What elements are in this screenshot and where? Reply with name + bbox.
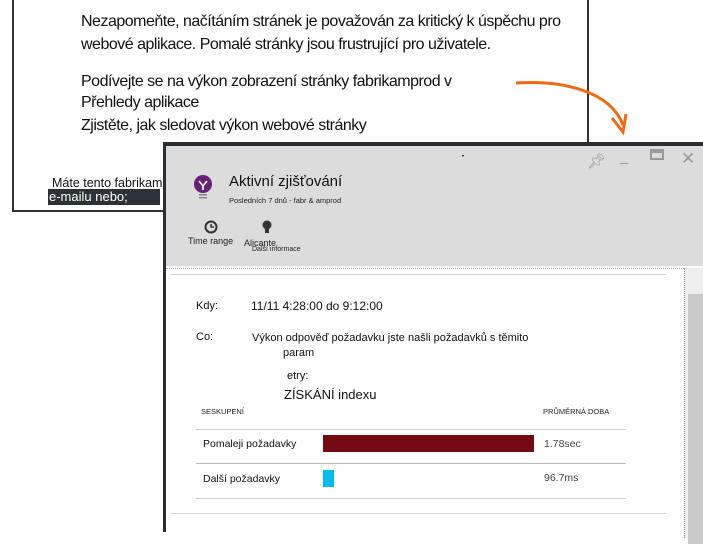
pin-icon[interactable]: 📌︎	[587, 152, 606, 170]
more-info-link[interactable]: Další informace	[252, 246, 301, 253]
lightbulb-small-icon	[262, 220, 272, 233]
time-range-button[interactable]: Time range	[188, 220, 233, 246]
maximize-icon[interactable]	[650, 149, 664, 160]
scrollbar[interactable]	[684, 268, 703, 544]
minimize-icon[interactable]: _	[620, 148, 628, 165]
row-value: 1.78sec	[544, 438, 581, 450]
panel-header: • 📌︎ _ ✕ Aktivní zjišťování Posledních 7…	[166, 146, 703, 266]
panel-title: Aktivní zjišťování	[229, 173, 343, 190]
time-range-label: Time range	[188, 236, 234, 246]
clock-icon	[204, 220, 218, 234]
when-value: 11/11 4:28:00 do 9:12:00	[251, 299, 383, 313]
bar-slow-requests	[323, 435, 534, 452]
alicante-button[interactable]: Alicante Další informace	[244, 220, 301, 253]
what-value-cont: param	[283, 347, 315, 359]
when-label: Kdy:	[196, 300, 219, 312]
row-label: Další požadavky	[203, 473, 281, 485]
what-value: Výkon odpověď požadavku jste našli požad…	[252, 332, 529, 344]
lightbulb-icon	[194, 175, 212, 199]
row-label: Pomaleji požadavky	[203, 438, 297, 450]
dot: •	[462, 154, 465, 160]
close-icon[interactable]: ✕	[681, 149, 695, 169]
scrollbar-thumb[interactable]	[688, 294, 703, 544]
bar-other-requests	[323, 470, 335, 487]
row-value: 96.7ms	[544, 472, 579, 484]
panel-subtitle: Posledních 7 dnů - fabr & amprod	[229, 196, 342, 205]
col-group-header: SESKUPENÍ	[201, 407, 244, 416]
proactive-detection-panel: • 📌︎ _ ✕ Aktivní zjišťování Posledních 7…	[163, 142, 703, 544]
index-label: ZÍSKÁNÍ indexu	[284, 387, 377, 402]
panel-body: Kdy: 11/11 4:28:00 do 9:12:00 Co: Výkon …	[166, 268, 684, 538]
what-label: Co:	[196, 331, 214, 343]
col-avg-header: PRŮMĚRNÁ DOBA	[543, 407, 610, 416]
what-value-cont: etry:	[287, 370, 309, 382]
